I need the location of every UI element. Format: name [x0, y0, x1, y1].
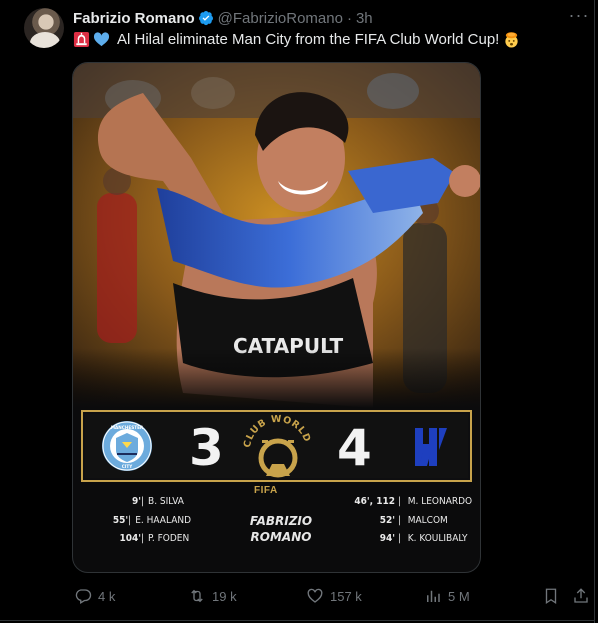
column-divider [594, 0, 595, 623]
scoreboard: MANCHESTER CITY 3 CLUB WORLD CUP 25 4 [81, 398, 472, 482]
home-scorers-list: 9' | B. SILVA 55' | E. HAALAND 104' | P. FO… [73, 493, 191, 549]
verified-badge-icon[interactable] [198, 10, 214, 26]
club-world-cup-logo-icon: CLUB WORLD CUP 25 [240, 398, 313, 478]
exploding-head-icon [505, 32, 518, 48]
away-scorer-row: 94' | K. KOULIBALY [379, 533, 468, 544]
siren-icon [73, 31, 90, 48]
mc-crest-text-top: MANCHESTER [111, 425, 144, 430]
avatar[interactable] [24, 8, 64, 48]
like-button[interactable]: 157 k [306, 585, 362, 607]
fifa-label: FIFA [254, 485, 278, 496]
separator-dot: · [346, 9, 352, 27]
home-scorer-row: 104' | P. FODEN [119, 533, 190, 544]
like-count: 157 k [330, 588, 362, 604]
away-scorer-row: 46', 112 | M. LEONARDO [354, 496, 473, 507]
repost-count: 19 k [212, 588, 237, 604]
tweet-text: Al Hilal eliminate Man City from the FIF… [73, 31, 523, 48]
home-scorer-row: 55' | E. HAALAND [112, 514, 191, 526]
views-chart-icon [427, 590, 440, 602]
author-name[interactable]: Fabrizio Romano [73, 10, 195, 27]
blue-heart-icon [93, 32, 110, 47]
tweet-body: Al Hilal eliminate Man City from the FIF… [117, 31, 500, 48]
views-count: 5 M [448, 588, 470, 604]
mc-crest-text-bottom: CITY [122, 464, 133, 469]
author-handle[interactable]: @FabrizioRomano [218, 10, 343, 27]
bookmark-icon [545, 588, 557, 605]
reply-icon [75, 589, 92, 604]
bookmark-button[interactable] [542, 585, 566, 607]
post-image[interactable]: CATAPULT MANCHESTER CITY 3 CLUB WORLD CU… [72, 62, 481, 573]
share-icon [574, 588, 588, 603]
views-button[interactable]: 5 M [424, 585, 470, 607]
away-score: 4 [337, 419, 372, 477]
home-score: 3 [189, 419, 224, 477]
away-scorers-list: 46', 112 | M. LEONARDO 52' | MALCOM 94' … [335, 493, 480, 549]
more-options-icon[interactable]: ··· [566, 4, 592, 30]
heart-icon [307, 588, 323, 603]
repost-button[interactable]: 19 k [188, 585, 237, 607]
tweet-header: Fabrizio Romano @FabrizioRomano · 3h [73, 8, 373, 28]
reply-button[interactable]: 4 k [74, 585, 115, 607]
author-watermark: FABRIZIO ROMANO [249, 514, 313, 544]
away-scorer-row: 52' | MALCOM [379, 514, 448, 526]
post-time[interactable]: 3h [356, 10, 373, 27]
share-button[interactable] [572, 585, 596, 607]
tweet-bottom-divider [0, 620, 595, 621]
repost-icon [191, 589, 203, 603]
man-city-crest-icon: MANCHESTER CITY [102, 421, 152, 471]
celebration-photo: CATAPULT [73, 63, 480, 408]
reply-count: 4 k [98, 588, 116, 604]
home-scorer-row: 9' | B. SILVA [131, 496, 184, 507]
tweet-actions: 4 k 19 k 157 k 5 M [72, 585, 592, 607]
al-hilal-crest-icon [415, 428, 447, 466]
